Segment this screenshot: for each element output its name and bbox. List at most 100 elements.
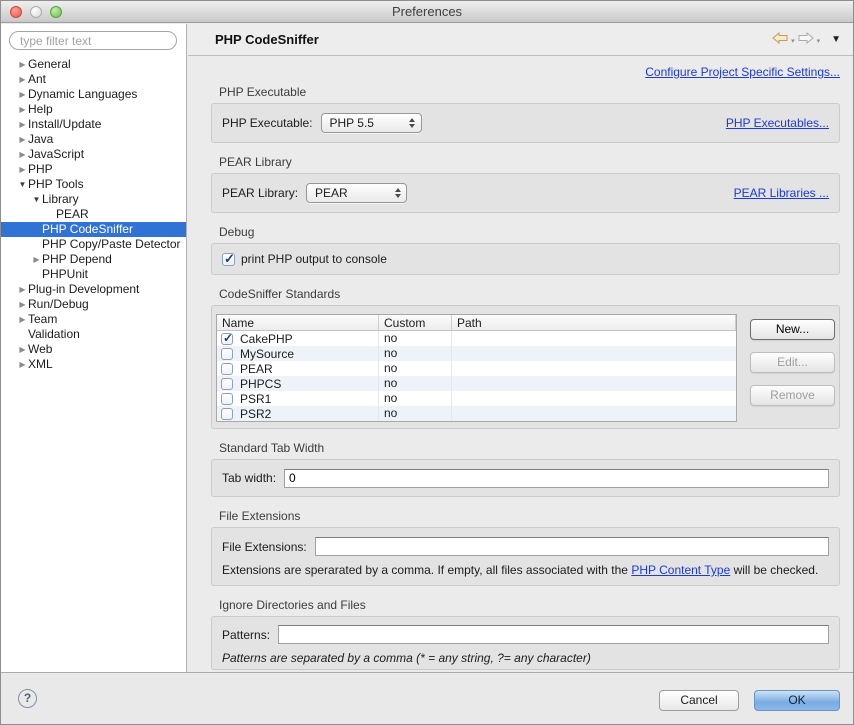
- tree-expander-icon[interactable]: ▶: [17, 102, 28, 117]
- standards-table-row[interactable]: PSR2 no: [217, 406, 736, 421]
- sidebar-tree-item[interactable]: PHP Copy/Paste Detector: [1, 237, 186, 252]
- column-header-path[interactable]: Path: [452, 315, 736, 330]
- standards-table-row[interactable]: PEAR no: [217, 361, 736, 376]
- sidebar-tree-item[interactable]: ▶ Ant: [1, 72, 186, 87]
- minimize-window-icon[interactable]: [30, 6, 42, 18]
- back-icon[interactable]: [772, 31, 788, 47]
- group-label-ignore: Ignore Directories and Files: [219, 598, 366, 612]
- standard-path-cell: [452, 331, 736, 346]
- ok-button[interactable]: OK: [754, 690, 840, 711]
- column-header-name[interactable]: Name: [217, 315, 379, 330]
- standard-enabled-checkbox[interactable]: [221, 392, 233, 405]
- sidebar-tree-item[interactable]: ▶ Team: [1, 312, 186, 327]
- popup-arrows-icon: [408, 118, 417, 128]
- standard-path-cell: [452, 391, 736, 406]
- tree-expander-icon[interactable]: ▶: [17, 312, 28, 327]
- sidebar-tree-item[interactable]: ▶ XML: [1, 357, 186, 372]
- tree-expander-icon[interactable]: ▶: [17, 117, 28, 132]
- standards-table-row[interactable]: CakePHP no: [217, 331, 736, 346]
- standard-path-cell: [452, 376, 736, 391]
- tree-item-label: PHP CodeSniffer: [42, 222, 133, 236]
- remove-standard-button[interactable]: Remove: [750, 385, 835, 406]
- close-window-icon[interactable]: [10, 6, 22, 18]
- patterns-input[interactable]: [278, 625, 829, 644]
- sidebar-tree-item[interactable]: Validation: [1, 327, 186, 342]
- tree-expander-icon[interactable]: ▶: [17, 282, 28, 297]
- sidebar-tree-item[interactable]: ▶ Plug-in Development: [1, 282, 186, 297]
- tree-expander-icon[interactable]: ▶: [17, 297, 28, 312]
- tab-width-panel: Tab width:: [211, 459, 840, 497]
- standard-enabled-checkbox[interactable]: [221, 362, 233, 375]
- standard-enabled-checkbox[interactable]: [221, 407, 233, 420]
- standards-table-row[interactable]: MySource no: [217, 346, 736, 361]
- patterns-help: Patterns are separated by a comma (* = a…: [222, 651, 591, 665]
- php-executables-link[interactable]: PHP Executables...: [726, 116, 829, 130]
- sidebar-tree-item[interactable]: ▶ General: [1, 57, 186, 72]
- sidebar-tree-item[interactable]: ▶ JavaScript: [1, 147, 186, 162]
- print-output-checkbox[interactable]: [222, 251, 235, 267]
- zoom-window-icon[interactable]: [50, 6, 62, 18]
- column-header-custom[interactable]: Custom: [379, 315, 452, 330]
- preferences-window: Preferences ▶General ▶Ant ▶Dynamic Langu…: [0, 0, 854, 725]
- tree-item-label: PHP Tools: [28, 177, 84, 191]
- tab-width-input[interactable]: [284, 468, 829, 488]
- sidebar-tree-item[interactable]: ▶ Dynamic Languages: [1, 87, 186, 102]
- sidebar-tree-item[interactable]: ▶ Web: [1, 342, 186, 357]
- file-extensions-input[interactable]: [314, 537, 829, 556]
- tree-expander-icon[interactable]: ▶: [31, 252, 42, 267]
- pear-libraries-link[interactable]: PEAR Libraries ...: [734, 186, 829, 200]
- php-executable-value: PHP 5.5: [329, 116, 374, 130]
- sidebar-tree-item[interactable]: ▶ PHP Depend: [1, 252, 186, 267]
- tree-expander-icon[interactable]: ▶: [17, 72, 28, 87]
- php-content-type-link[interactable]: PHP Content Type: [631, 563, 730, 577]
- sidebar-tree-item[interactable]: ▶ Java: [1, 132, 186, 147]
- forward-icon[interactable]: [798, 31, 814, 47]
- tree-expander-icon[interactable]: ▶: [17, 57, 28, 72]
- tab-width-label: Tab width:: [222, 471, 277, 485]
- standards-table-row[interactable]: PSR1 no: [217, 391, 736, 406]
- edit-standard-button[interactable]: Edit...: [750, 352, 835, 373]
- php-executable-dropdown[interactable]: PHP 5.5: [320, 113, 422, 133]
- tree-expander-icon[interactable]: ▶: [17, 162, 28, 177]
- tree-expander-icon[interactable]: ▶: [17, 132, 28, 147]
- standard-path-cell: [452, 361, 736, 376]
- sidebar-tree-item[interactable]: ▶ Install/Update: [1, 117, 186, 132]
- sidebar-tree-item[interactable]: PHP CodeSniffer: [1, 222, 186, 237]
- sidebar-tree-item[interactable]: PHPUnit: [1, 267, 186, 282]
- sidebar-tree-item[interactable]: ▶ Help: [1, 102, 186, 117]
- view-menu-icon[interactable]: ▼: [831, 34, 841, 45]
- help-icon[interactable]: ?: [18, 689, 37, 708]
- patterns-label: Patterns:: [222, 627, 271, 642]
- file-extensions-help: Extensions are sperarated by a comma. If…: [222, 563, 829, 577]
- tree-expander-icon[interactable]: ▼: [17, 177, 28, 192]
- standard-enabled-checkbox[interactable]: [221, 347, 233, 360]
- ignore-panel: Patterns: Patterns are separated by a co…: [211, 616, 840, 670]
- filter-input[interactable]: [9, 31, 177, 50]
- standard-enabled-checkbox[interactable]: [221, 377, 233, 390]
- history-nav: ▾ ▾ ▼: [772, 31, 841, 47]
- sidebar-tree-item[interactable]: PEAR: [1, 207, 186, 222]
- configure-project-link[interactable]: Configure Project Specific Settings...: [645, 65, 840, 79]
- title-bar: Preferences: [1, 1, 853, 23]
- sidebar-tree-item[interactable]: ▶ PHP: [1, 162, 186, 177]
- file-extensions-panel: File Extensions: Extensions are sperarat…: [211, 527, 840, 586]
- sidebar-tree-item[interactable]: ▼ Library: [1, 192, 186, 207]
- standard-path-cell: [452, 406, 736, 421]
- tree-expander-icon[interactable]: ▶: [17, 87, 28, 102]
- sidebar-tree-item[interactable]: ▶ Run/Debug: [1, 297, 186, 312]
- sidebar-tree-item[interactable]: ▼ PHP Tools: [1, 177, 186, 192]
- tree-item-label: Library: [42, 192, 79, 206]
- standard-custom-cell: no: [379, 391, 452, 406]
- tree-expander-icon[interactable]: ▼: [31, 192, 42, 207]
- new-standard-button[interactable]: New...: [750, 319, 835, 340]
- pear-library-dropdown[interactable]: PEAR: [306, 183, 408, 203]
- cancel-button[interactable]: Cancel: [659, 690, 739, 711]
- forward-menu-caret-icon[interactable]: ▾: [817, 34, 821, 45]
- tree-expander-icon[interactable]: ▶: [17, 357, 28, 372]
- tree-expander-icon[interactable]: ▶: [17, 147, 28, 162]
- tree-item-label: Install/Update: [28, 117, 102, 131]
- standard-enabled-checkbox[interactable]: [221, 331, 233, 345]
- back-menu-caret-icon[interactable]: ▾: [791, 34, 795, 45]
- standards-table-row[interactable]: PHPCS no: [217, 376, 736, 391]
- tree-expander-icon[interactable]: ▶: [17, 342, 28, 357]
